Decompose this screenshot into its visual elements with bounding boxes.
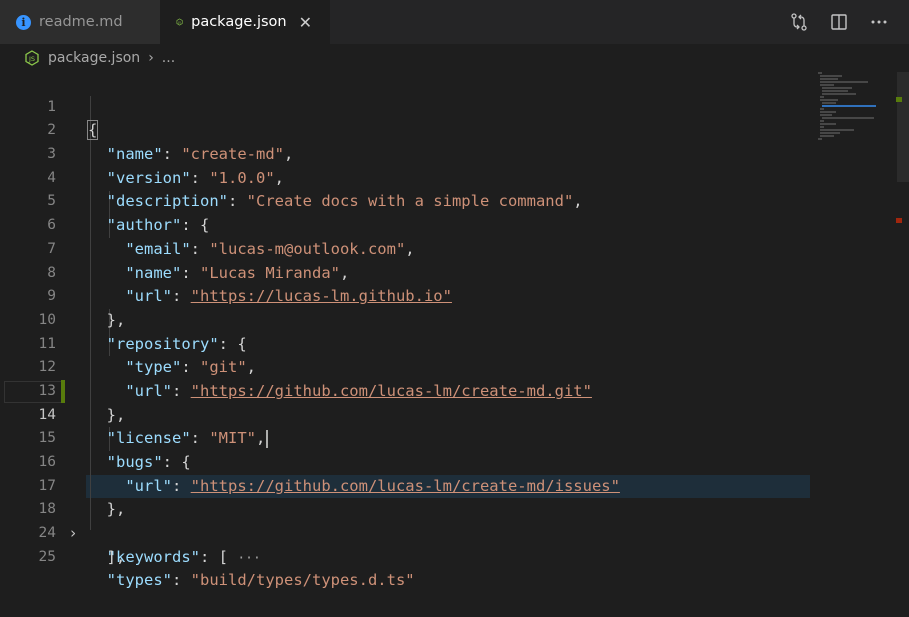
overview-ruler-error [896,218,902,223]
editor-actions [789,0,909,44]
overview-ruler-modified [896,97,902,102]
code-line: 16 "url": "https://github.com/lucas-lm/c… [0,427,909,495]
code-line: 3 "version": "1.0.0", [0,119,909,187]
folded-region-ellipsis[interactable]: ··· [237,551,260,566]
code-line: 9 }, [0,262,909,329]
tab-bar: i readme.md JS package.json ✕ [0,0,909,44]
breadcrumb: JS package.json › ... [0,44,909,72]
code-editor[interactable]: 1 { 2 "name": "create-md", 3 "version": … [0,72,909,589]
scrollbar-thumb[interactable] [897,72,909,182]
js-file-icon: JS [25,50,39,66]
json-punct: ], [106,547,126,566]
svg-text:JS: JS [177,20,181,24]
compare-changes-icon[interactable] [789,12,809,32]
line-number: 25 [38,548,56,565]
js-file-icon: JS [176,18,183,26]
breadcrumb-file[interactable]: package.json [48,50,140,66]
svg-text:JS: JS [28,55,35,63]
code-line: 25 "types": "build/types/types.d.ts" [0,522,909,590]
code-line: 13 }, [0,356,909,424]
code-line: 10 "repository": { [0,285,909,353]
code-line: 15 "bugs": { [0,404,909,471]
minimap[interactable] [814,72,909,532]
more-actions-icon[interactable] [869,12,889,32]
code-line: 11 "type": "git", [0,309,909,377]
code-line: 7 "name": "Lucas Miranda", [0,214,909,282]
json-key: "types" [106,571,172,590]
code-line: 6 "email": "lucas-m@outlook.com", [0,190,909,258]
info-icon: i [16,14,31,30]
code-line-folded: 18 › "keywords": [ ··· [0,475,909,565]
code-line: 12 "url": "https://github.com/lucas-lm/c… [0,333,909,400]
code-line: 1 { [0,72,909,141]
tab-package-json[interactable]: JS package.json ✕ [160,0,330,44]
tab-label: readme.md [39,14,123,30]
tab-readme[interactable]: i readme.md [0,0,160,44]
close-icon[interactable]: ✕ [295,13,316,32]
code-line: 24 ], [0,498,909,566]
code-line: 17 }, [0,451,909,519]
json-punct: : [ [200,547,228,566]
code-line: 8 "url": "https://lucas-lm.github.io" [0,238,909,306]
code-line: 2 "name": "create-md", [0,96,909,163]
split-editor-icon[interactable] [829,12,849,32]
tab-label: package.json [191,14,287,30]
code-line-current: 14 "license": "MIT", [0,380,909,448]
code-line: 4 "description": "Create docs with a sim… [0,143,909,211]
chevron-right-icon: › [148,50,154,66]
breadcrumb-symbols[interactable]: ... [162,50,175,66]
code-line: 5 "author": { [0,167,909,234]
json-string: "build/types/types.d.ts" [190,571,415,590]
